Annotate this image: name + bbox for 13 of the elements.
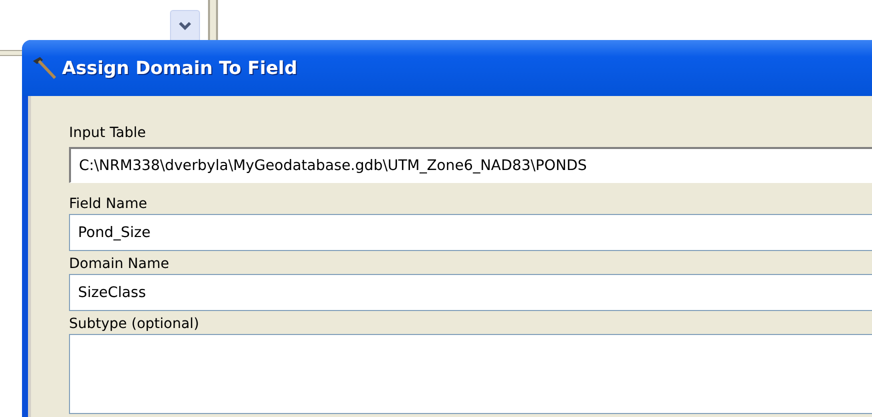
toolbar-grip	[0, 50, 22, 56]
field-label: Subtype (optional)	[69, 315, 200, 334]
input-field[interactable]: SizeClass	[69, 274, 872, 311]
input-field[interactable]: C:\NRM338\dverbyla\MyGeodatabase.gdb\UTM_Zone6_NAD83\PONDS	[69, 147, 872, 183]
input-field[interactable]: Pond_Size	[69, 214, 872, 251]
dropdown-button[interactable]	[170, 10, 200, 40]
field-label: Input Table	[69, 124, 147, 143]
window-title: Assign Domain To Field	[62, 58, 298, 78]
field-label: Field Name	[69, 195, 148, 214]
field-label: Domain Name	[69, 255, 170, 274]
chevron-down-icon	[178, 20, 192, 30]
list-box[interactable]	[69, 334, 872, 414]
toolbar-separator	[208, 0, 218, 40]
